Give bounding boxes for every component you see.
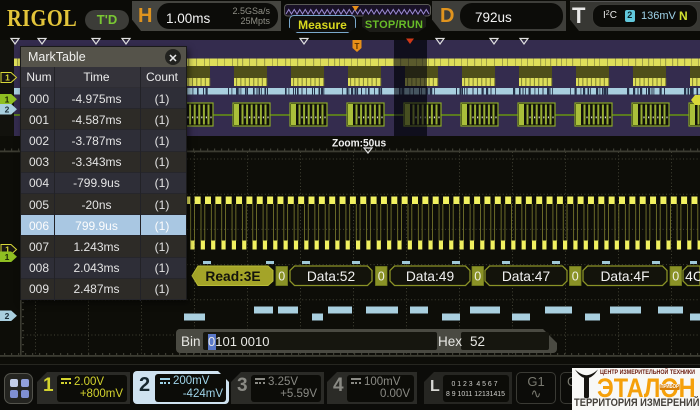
svg-text:0: 0 [572,270,579,284]
svg-text:Data:4F: Data:4F [600,269,649,284]
svg-text:1: 1 [5,252,10,262]
svg-text:0: 0 [378,270,385,284]
svg-text:0: 0 [278,270,285,284]
svg-text:Zoom:50us: Zoom:50us [332,137,386,150]
svg-text:Read:3E: Read:3E [205,269,260,284]
svg-text:2: 2 [5,311,10,321]
svg-text:Data:52: Data:52 [307,269,355,284]
svg-text:0: 0 [474,270,481,284]
svg-text:Data:47: Data:47 [502,269,550,284]
svg-text:Data:49: Data:49 [406,269,455,284]
svg-text:0: 0 [672,270,679,284]
svg-text:4C: 4C [685,269,700,284]
